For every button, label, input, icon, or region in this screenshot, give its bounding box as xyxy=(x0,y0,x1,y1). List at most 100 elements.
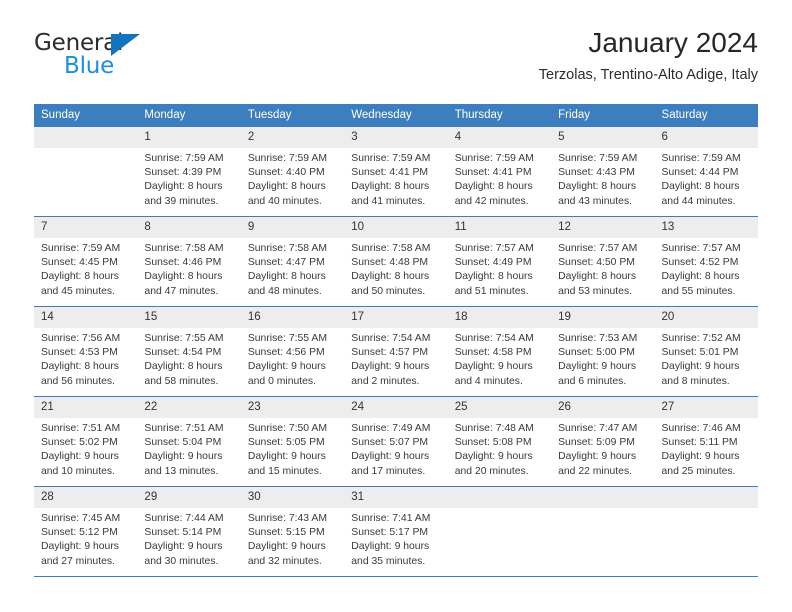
daylight-text-line1: Daylight: 9 hours xyxy=(41,451,119,463)
daylight-text-line1: Daylight: 9 hours xyxy=(247,361,326,373)
sunrise-text: Sunrise: 7:59 AM xyxy=(558,153,638,164)
day-cell[interactable]: 28 Sunrise: 7:45 AM Sunset: 5:12 PM Dayligh… xyxy=(34,486,138,577)
day-cell[interactable]: 22 Sunrise: 7:51 AM Sunset: 5:04 PM Dayligh… xyxy=(137,396,241,487)
day-cell[interactable]: 18 Sunrise: 7:54 AM Sunset: 4:58 PM Dayligh… xyxy=(447,306,552,397)
day-cell[interactable]: 15 Sunrise: 7:55 AM Sunset: 4:54 PM Dayligh… xyxy=(137,306,241,397)
day-details: Sunrise: 7:58 AM Sunset: 4:48 PM Daylight:… xyxy=(344,238,447,299)
daylight-text-line2: and 56 minutes. xyxy=(41,375,115,387)
sunrise-text: Sunrise: 7:57 AM xyxy=(661,243,741,254)
day-cell[interactable]: 2 Sunrise: 7:59 AM Sunset: 4:40 PM Daylight… xyxy=(240,127,345,217)
day-cell[interactable]: 9 Sunrise: 7:58 AM Sunset: 4:47 PM Daylight… xyxy=(240,216,345,307)
day-cell[interactable]: 21 Sunrise: 7:51 AM Sunset: 5:02 PM Dayligh… xyxy=(34,396,138,487)
sunrise-text: Sunrise: 7:54 AM xyxy=(351,333,431,344)
sunrise-text: Sunrise: 7:59 AM xyxy=(454,153,534,164)
day-cell[interactable]: 27 Sunrise: 7:46 AM Sunset: 5:11 PM Dayligh… xyxy=(654,396,758,487)
daylight-text-line1: Daylight: 8 hours xyxy=(41,271,119,283)
sunrise-text: Sunrise: 7:51 AM xyxy=(144,423,224,434)
sunrise-text: Sunrise: 7:54 AM xyxy=(454,333,534,344)
sunrise-text: Sunrise: 7:44 AM xyxy=(144,513,224,524)
day-cell[interactable]: 10 Sunrise: 7:58 AM Sunset: 4:48 PM Dayligh… xyxy=(344,216,448,307)
sunset-text: Sunset: 4:58 PM xyxy=(454,347,532,359)
day-cell[interactable]: 13 Sunrise: 7:57 AM Sunset: 4:52 PM Dayligh… xyxy=(654,216,758,307)
sunrise-text: Sunrise: 7:49 AM xyxy=(351,423,431,434)
daylight-text-line2: and 39 minutes. xyxy=(144,195,219,207)
day-cell[interactable]: 20 Sunrise: 7:52 AM Sunset: 5:01 PM Dayligh… xyxy=(654,306,758,397)
day-cell[interactable]: 30 Sunrise: 7:43 AM Sunset: 5:15 PM Dayligh… xyxy=(240,486,345,577)
day-cell[interactable]: 19 Sunrise: 7:53 AM Sunset: 5:00 PM Dayligh… xyxy=(551,306,655,397)
daylight-text-line1: Daylight: 8 hours xyxy=(661,181,740,193)
daylight-text-line1: Daylight: 8 hours xyxy=(41,361,119,373)
day-cell[interactable]: 29 Sunrise: 7:44 AM Sunset: 5:14 PM Dayligh… xyxy=(137,486,241,577)
day-cell[interactable]: 23 Sunrise: 7:50 AM Sunset: 5:05 PM Dayligh… xyxy=(240,396,345,487)
daylight-text-line1: Daylight: 9 hours xyxy=(558,361,637,373)
logo-text-blue: Blue xyxy=(64,53,115,79)
day-details: Sunrise: 7:48 AM Sunset: 5:08 PM Daylight:… xyxy=(448,418,551,479)
sunrise-text: Sunrise: 7:59 AM xyxy=(661,153,741,164)
calendar-week-row: 7 Sunrise: 7:59 AM Sunset: 4:45 PM Daylight… xyxy=(34,216,758,307)
day-details: Sunrise: 7:53 AM Sunset: 5:00 PM Daylight:… xyxy=(551,328,654,389)
day-number: 11 xyxy=(447,217,552,238)
daylight-text-line1: Daylight: 8 hours xyxy=(454,271,533,283)
daylight-text-line1: Daylight: 9 hours xyxy=(247,451,326,463)
calendar-week-row: 14 Sunrise: 7:56 AM Sunset: 4:53 PM Dayligh… xyxy=(34,306,758,397)
weekday-header-thursday: Thursday xyxy=(447,104,552,127)
day-cell[interactable]: 12 Sunrise: 7:57 AM Sunset: 4:50 PM Dayligh… xyxy=(551,216,655,307)
daylight-text-line1: Daylight: 8 hours xyxy=(247,181,326,193)
sunrise-text: Sunrise: 7:43 AM xyxy=(247,513,327,524)
daylight-text-line2: and 51 minutes. xyxy=(454,285,529,297)
day-cell[interactable]: 25 Sunrise: 7:48 AM Sunset: 5:08 PM Dayligh… xyxy=(447,396,552,487)
day-cell[interactable]: 31 Sunrise: 7:41 AM Sunset: 5:17 PM Dayligh… xyxy=(344,486,448,577)
day-cell[interactable]: 1 Sunrise: 7:59 AM Sunset: 4:39 PM Daylight… xyxy=(137,127,241,217)
day-number: 19 xyxy=(551,307,655,328)
sunrise-text: Sunrise: 7:52 AM xyxy=(661,333,741,344)
sunset-text: Sunset: 5:15 PM xyxy=(247,527,325,539)
day-details: Sunrise: 7:55 AM Sunset: 4:54 PM Daylight:… xyxy=(137,328,240,389)
day-cell[interactable]: 7 Sunrise: 7:59 AM Sunset: 4:45 PM Daylight… xyxy=(34,216,138,307)
daylight-text-line2: and 0 minutes. xyxy=(247,375,317,387)
daylight-text-line1: Daylight: 9 hours xyxy=(144,541,223,553)
day-cell[interactable]: 3 Sunrise: 7:59 AM Sunset: 4:41 PM Daylight… xyxy=(344,127,448,217)
day-number: 25 xyxy=(447,397,552,418)
calendar-week-row: 21 Sunrise: 7:51 AM Sunset: 5:02 PM Dayligh… xyxy=(34,396,758,487)
day-cell[interactable]: 24 Sunrise: 7:49 AM Sunset: 5:07 PM Dayligh… xyxy=(344,396,448,487)
daylight-text-line2: and 2 minutes. xyxy=(351,375,420,387)
daylight-text-line1: Daylight: 9 hours xyxy=(661,361,740,373)
day-cell[interactable]: 17 Sunrise: 7:54 AM Sunset: 4:57 PM Dayligh… xyxy=(344,306,448,397)
daylight-text-line2: and 41 minutes. xyxy=(351,195,426,207)
day-details: Sunrise: 7:58 AM Sunset: 4:47 PM Daylight:… xyxy=(241,238,344,299)
sunset-text: Sunset: 4:45 PM xyxy=(41,257,118,269)
calendar-body: 1 Sunrise: 7:59 AM Sunset: 4:39 PM Daylight… xyxy=(34,127,758,577)
day-number: 6 xyxy=(654,127,758,148)
day-cell-empty xyxy=(551,486,655,577)
daylight-text-line1: Daylight: 8 hours xyxy=(454,181,533,193)
daylight-text-line2: and 40 minutes. xyxy=(247,195,322,207)
sunrise-text: Sunrise: 7:59 AM xyxy=(41,243,121,254)
day-cell[interactable]: 5 Sunrise: 7:59 AM Sunset: 4:43 PM Daylight… xyxy=(551,127,655,217)
sunrise-text: Sunrise: 7:56 AM xyxy=(41,333,121,344)
sunrise-text: Sunrise: 7:53 AM xyxy=(558,333,638,344)
daylight-text-line2: and 44 minutes. xyxy=(661,195,736,207)
day-cell[interactable]: 14 Sunrise: 7:56 AM Sunset: 4:53 PM Dayligh… xyxy=(34,306,138,397)
day-cell[interactable]: 26 Sunrise: 7:47 AM Sunset: 5:09 PM Dayligh… xyxy=(551,396,655,487)
day-number: 24 xyxy=(344,397,448,418)
sunrise-text: Sunrise: 7:55 AM xyxy=(144,333,224,344)
daylight-text-line2: and 22 minutes. xyxy=(558,465,633,477)
day-details: Sunrise: 7:59 AM Sunset: 4:41 PM Daylight:… xyxy=(344,148,447,209)
sunrise-text: Sunrise: 7:59 AM xyxy=(247,153,327,164)
page-subtitle: Terzolas, Trentino-Alto Adige, Italy xyxy=(538,67,758,83)
daylight-text-line2: and 15 minutes. xyxy=(247,465,322,477)
daylight-text-line1: Daylight: 9 hours xyxy=(661,451,740,463)
sunrise-text: Sunrise: 7:51 AM xyxy=(41,423,121,434)
day-number: 17 xyxy=(344,307,448,328)
day-cell[interactable]: 8 Sunrise: 7:58 AM Sunset: 4:46 PM Daylight… xyxy=(137,216,241,307)
day-cell[interactable]: 11 Sunrise: 7:57 AM Sunset: 4:49 PM Dayligh… xyxy=(447,216,552,307)
day-number: 10 xyxy=(344,217,448,238)
sunset-text: Sunset: 4:44 PM xyxy=(661,167,739,179)
weekday-header-saturday: Saturday xyxy=(654,104,758,127)
daylight-text-line1: Daylight: 8 hours xyxy=(247,271,326,283)
day-cell[interactable]: 6 Sunrise: 7:59 AM Sunset: 4:44 PM Daylight… xyxy=(654,127,758,217)
day-cell[interactable]: 16 Sunrise: 7:55 AM Sunset: 4:56 PM Dayligh… xyxy=(240,306,345,397)
day-number xyxy=(34,127,138,148)
day-number: 5 xyxy=(551,127,655,148)
day-cell[interactable]: 4 Sunrise: 7:59 AM Sunset: 4:41 PM Daylight… xyxy=(447,127,552,217)
